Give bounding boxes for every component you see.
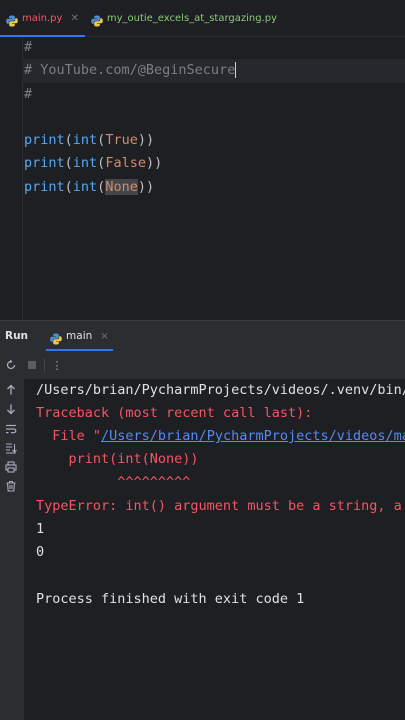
python-file-icon xyxy=(6,12,18,27)
more-options-icon[interactable]: ⋮ xyxy=(49,357,65,373)
traceback-file-link[interactable]: /Users/brian/PycharmProjects/videos/ma xyxy=(101,428,405,444)
print-icon[interactable] xyxy=(3,461,19,477)
code-line: # xyxy=(24,83,405,106)
keyword-highlighted: None xyxy=(105,178,138,195)
paren: ( xyxy=(64,155,73,172)
trash-icon[interactable] xyxy=(3,480,19,496)
function-name: int xyxy=(72,178,98,195)
close-icon[interactable]: × xyxy=(100,331,108,342)
paren: )) xyxy=(145,155,163,172)
traceback-caret-line: ^^^^^^^^^ xyxy=(36,474,191,490)
paren: ( xyxy=(64,178,73,195)
code-line: print(int(False)) xyxy=(24,152,405,175)
close-icon[interactable]: ✕ xyxy=(70,13,78,24)
run-toolbar: ⋮ xyxy=(0,351,405,380)
traceback-header: Traceback (most recent call last): xyxy=(36,405,313,421)
function-name: print xyxy=(24,155,65,172)
traceback-code-line: print(int(None)) xyxy=(36,451,199,467)
function-name: int xyxy=(72,155,98,172)
toolbar-separator xyxy=(44,358,45,372)
python-file-icon xyxy=(50,330,62,345)
soft-wrap-icon[interactable] xyxy=(3,423,19,439)
code-area[interactable]: # # YouTube.com/@BeginSecure # print(int… xyxy=(22,36,405,199)
run-tool-window-header: Run main × xyxy=(0,321,405,351)
line-number-gutter xyxy=(0,37,23,320)
run-config-tab-main[interactable]: main × xyxy=(46,321,113,351)
python-file-icon xyxy=(91,12,103,27)
scroll-to-end-icon[interactable] xyxy=(3,442,19,458)
function-name: int xyxy=(72,132,98,149)
code-line-current: # YouTube.com/@BeginSecure xyxy=(22,59,405,83)
code-line: print(int(None)) xyxy=(24,176,405,199)
process-exit-message: Process finished with exit code 1 xyxy=(36,591,305,607)
arrow-up-icon[interactable] xyxy=(3,384,19,400)
ide-window: main.py ✕ my_outie_excels_at_stargazing.… xyxy=(0,0,405,720)
code-line: print(int(True)) xyxy=(24,129,405,152)
function-name: print xyxy=(24,178,65,195)
comment: # YouTube.com/@BeginSecure xyxy=(24,62,236,79)
run-side-toolbar xyxy=(0,379,25,720)
arrow-down-icon[interactable] xyxy=(3,403,19,419)
code-editor[interactable]: # # YouTube.com/@BeginSecure # print(int… xyxy=(0,37,405,320)
rerun-icon[interactable] xyxy=(3,357,19,373)
comment: # xyxy=(24,39,33,55)
run-console[interactable]: /Users/brian/PycharmProjects/videos/.ven… xyxy=(25,379,405,720)
console-output-line: 0 xyxy=(36,544,45,560)
function-name: print xyxy=(24,132,65,149)
traceback-file-line: File "/Users/brian/PycharmProjects/video… xyxy=(36,426,405,446)
tab-label: main.py xyxy=(22,12,63,24)
console-command-line: /Users/brian/PycharmProjects/videos/.ven… xyxy=(36,382,405,398)
editor-tab-bar: main.py ✕ my_outie_excels_at_stargazing.… xyxy=(0,0,405,37)
tab-label: my_outie_excels_at_stargazing.py xyxy=(106,12,278,24)
code-line: # xyxy=(24,36,405,59)
console-output-line: 1 xyxy=(36,521,45,537)
keyword: False xyxy=(105,155,146,172)
run-panel-title: Run xyxy=(5,330,29,342)
keyword: True xyxy=(105,132,138,149)
paren: ( xyxy=(64,132,73,149)
stop-icon[interactable] xyxy=(24,357,40,373)
traceback-file-prefix: File " xyxy=(36,428,102,444)
paren: )) xyxy=(137,132,155,149)
tab-my-outie-py[interactable]: my_outie_excels_at_stargazing.py xyxy=(85,0,283,36)
text-caret xyxy=(235,62,237,79)
comment: # xyxy=(24,85,33,102)
paren: )) xyxy=(137,178,155,195)
tab-main-py[interactable]: main.py ✕ xyxy=(0,0,85,37)
error-message: TypeError: int() argument must be a stri… xyxy=(36,498,402,514)
run-config-label: main xyxy=(66,330,93,342)
